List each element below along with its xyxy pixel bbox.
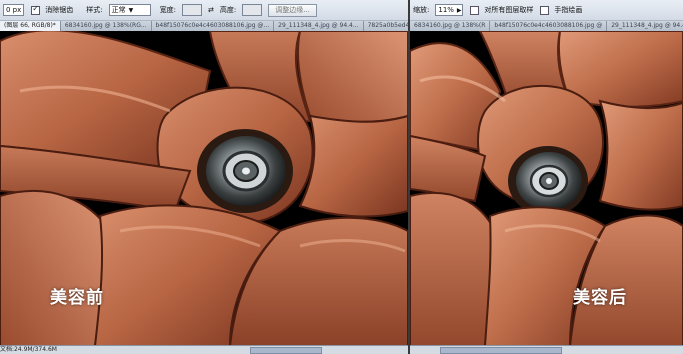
before-caption: 美容前 [50,288,104,308]
style-select[interactable]: 正常 ▼ [108,4,151,16]
height-label: 高度: [219,6,237,14]
document-tab[interactable]: 6834160.jpg @ 138%(R [410,21,491,31]
sample-all-layers-label: 对所有图层取样 [484,6,534,14]
tool-options-bar: 0 px 消除锯齿 样式: 正常▼ 宽度: ⇄ 高度: 调整边缘... [0,0,408,21]
horizontal-scrollbar[interactable] [440,347,562,354]
tool-options-bar: 缩放: 11% ▶ 对所有图层取样 手指绘画 [410,0,683,21]
width-input[interactable] [181,4,202,16]
width-label: 宽度: [159,6,176,14]
antialias-label: 消除锯齿 [45,6,74,14]
swap-icon[interactable]: ⇄ [208,6,214,14]
after-image-canvas [410,31,683,346]
document-tab[interactable]: 29_111348_4.jpg @ 94.4... [274,21,364,31]
zoom-value: 11% [438,6,454,14]
document-tab[interactable]: (图层 66, RGB/8)* [0,21,61,31]
chevron-down-icon: ▼ [128,7,134,14]
document-tab[interactable]: b48f15076c0e4c4603088106.jpg @... [151,21,275,31]
document-tab[interactable]: 7825a0b5ed4ab... [363,21,408,31]
style-label: 样式: [86,6,103,14]
document-tab-bar: 6834160.jpg @ 138%(R b48f15076c0e4c46030… [410,20,683,31]
document-tab[interactable]: b48f15076c0e4c4603088106.jpg @ [490,21,608,31]
status-bar: 文档:24.9M/374.6M [0,345,408,354]
chevron-down-icon: ▶ [456,7,462,14]
antialias-checkbox[interactable] [31,4,41,15]
after-caption: 美容后 [573,288,627,308]
finger-painting-label: 手指绘画 [554,6,583,14]
document-tab[interactable]: 6834160.jpg @ 138%(RG... [60,21,152,31]
finger-painting-checkbox[interactable] [540,5,550,15]
height-input[interactable] [242,4,263,16]
refine-edge-button[interactable]: 调整边缘... [268,3,317,17]
feather-input[interactable]: 0 px [3,4,25,16]
style-value: 正常 [111,6,126,14]
horizontal-scrollbar[interactable] [250,347,322,354]
document-tab[interactable]: 29_111348_4.jpg @ 94.4 [607,21,683,31]
sample-all-layers-checkbox[interactable] [470,5,480,15]
status-bar [410,345,683,354]
zoom-label: 缩放: [413,6,430,14]
before-document-window: 0 px 消除锯齿 样式: 正常▼ 宽度: ⇄ 高度: 调整边缘... (图层 … [0,0,408,354]
zoom-input[interactable]: 11% ▶ [435,4,464,16]
document-tab-bar: (图层 66, RGB/8)* 6834160.jpg @ 138%(RG...… [0,20,408,31]
after-document-window: 缩放: 11% ▶ 对所有图层取样 手指绘画 6834160.jpg @ 138%… [410,0,683,354]
document-size-status: 文档:24.9M/374.6M [0,346,57,353]
